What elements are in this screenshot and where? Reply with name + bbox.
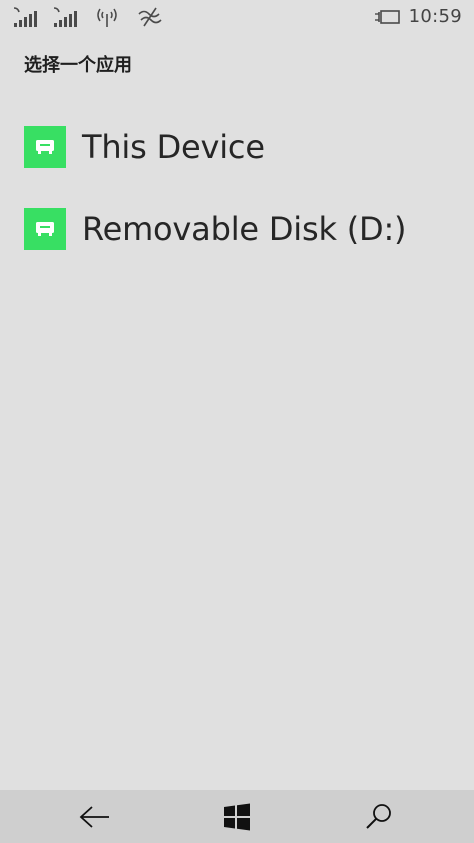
back-button[interactable] xyxy=(55,790,135,843)
list-item-this-device[interactable]: This Device xyxy=(0,112,474,194)
page-title: 选择一个应用 xyxy=(24,55,132,76)
back-icon xyxy=(79,805,109,828)
signal-sim1-icon xyxy=(12,5,38,29)
drive-icon xyxy=(36,140,54,154)
list-item-label: Removable Disk (D:) xyxy=(82,210,407,248)
list-item-label: This Device xyxy=(82,128,265,166)
battery-charging-icon xyxy=(374,5,402,29)
search-icon xyxy=(366,803,391,829)
status-bar: 10:59 xyxy=(0,0,474,36)
navigation-bar xyxy=(0,790,474,843)
app-list: This Device Removable Disk (D:) xyxy=(0,112,474,276)
network-icon xyxy=(94,5,120,29)
drive-tile xyxy=(24,126,66,168)
windows-start-icon xyxy=(224,803,250,830)
wifi-icon xyxy=(136,5,164,29)
drive-icon xyxy=(36,222,54,236)
signal-sim2-icon xyxy=(52,5,78,29)
start-button[interactable] xyxy=(197,790,277,843)
clock: 10:59 xyxy=(408,6,462,27)
drive-tile xyxy=(24,208,66,250)
search-button[interactable] xyxy=(339,790,419,843)
list-item-removable-disk[interactable]: Removable Disk (D:) xyxy=(0,194,474,276)
